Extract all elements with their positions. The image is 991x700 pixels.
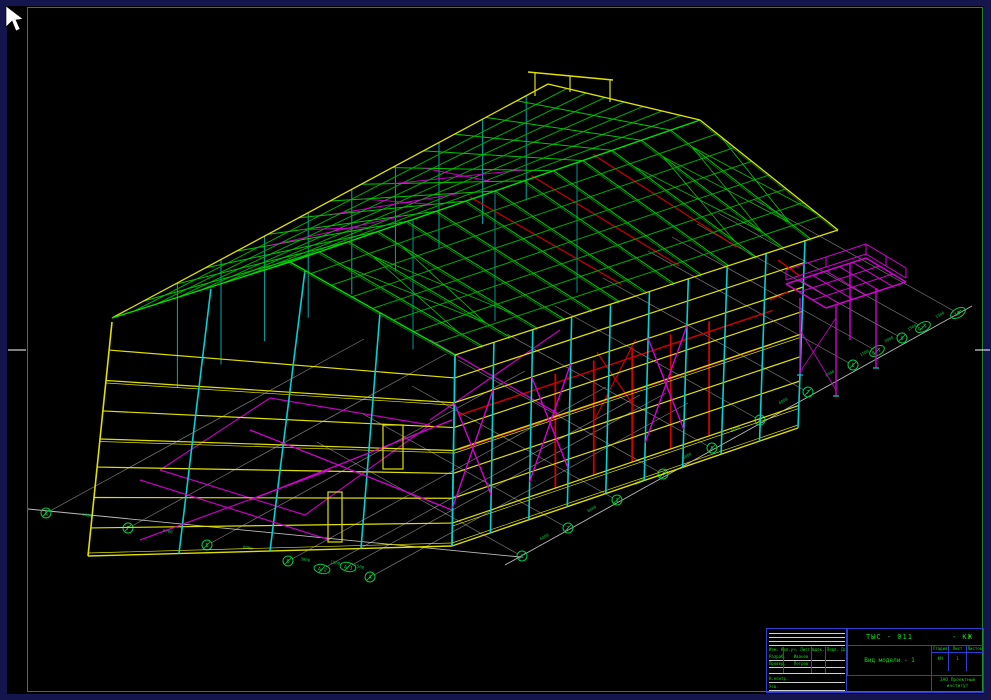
grid-bubble-9[interactable]: 9 (897, 333, 907, 343)
stage-sheet-cell: Стадия Лист Листов КМ 1 (931, 646, 983, 676)
svg-text:6000: 6000 (243, 544, 254, 551)
svg-text:3: 3 (615, 498, 618, 504)
document-code-left: ТЫС - 011 (866, 634, 913, 640)
wall-opening (328, 492, 342, 542)
drawing-canvas[interactable]: Д6000Г6000В6000Б3000А/21500А/11500А16000… (0, 0, 991, 700)
svg-text:Д: Д (44, 511, 47, 517)
grid-bubble-9/1[interactable]: 9/1 (914, 319, 932, 335)
svg-text:А: А (368, 575, 371, 581)
svg-text:В: В (205, 543, 208, 549)
stage-value: КМ (932, 653, 949, 671)
grid-bubble-А/2[interactable]: А/2 (313, 563, 330, 575)
grid-bubble-Д[interactable]: Д (41, 508, 51, 518)
grid-bubble-8[interactable]: 8 (848, 360, 858, 370)
svg-text:Б: Б (286, 559, 289, 565)
sheet-header: Лист (949, 646, 966, 652)
grid-bubble-8/1[interactable]: 8/1 (868, 343, 886, 359)
ridge-rail (528, 72, 613, 102)
svg-text:7: 7 (806, 390, 809, 396)
svg-text:6000: 6000 (586, 504, 597, 513)
left-gable-wall (88, 270, 455, 556)
svg-text:1500: 1500 (859, 348, 870, 357)
svg-text:9: 9 (900, 336, 903, 342)
svg-text:1500: 1500 (330, 559, 341, 566)
drawing-title-cell: Вид модели - 1 (847, 646, 931, 676)
ground-grid: Д6000Г6000В6000Б3000А/21500А/11500А16000… (8, 199, 990, 582)
document-code-right: - КЖ (952, 634, 973, 640)
revision-header: Изм. Кол.уч. Лист №док. Подп. Дата (769, 647, 845, 653)
stage-header: Стадия (932, 646, 949, 652)
sheets-header: Листов (967, 646, 983, 652)
grid-bubble-Б[interactable]: Б (283, 556, 293, 566)
mouse-cursor (6, 6, 23, 31)
svg-text:5: 5 (710, 446, 713, 452)
grid-bubble-А[interactable]: А (365, 572, 375, 582)
grid-bubble-3[interactable]: 3 (612, 495, 622, 505)
sheet-value: 1 (949, 653, 966, 671)
grid-bubble-1[interactable]: 1 (517, 551, 527, 561)
svg-text:3000: 3000 (883, 334, 894, 343)
svg-text:6000: 6000 (539, 532, 550, 541)
svg-text:3000: 3000 (300, 556, 311, 563)
grid-bubble-В[interactable]: В (202, 540, 212, 550)
title-block[interactable]: Изм. Кол.уч. Лист №док. Подп. Дата Разра… (766, 628, 984, 693)
svg-text:1500: 1500 (934, 310, 945, 319)
cad-viewport[interactable]: Д6000Г6000В6000Б3000А/21500А/11500А16000… (0, 0, 991, 700)
document-code-cell: ТЫС - 011 - КЖ (847, 629, 983, 646)
svg-text:8: 8 (851, 363, 854, 369)
svg-text:1: 1 (520, 554, 523, 560)
grid-bubble-10[interactable]: 10 (949, 305, 967, 321)
svg-text:2: 2 (566, 526, 569, 532)
svg-text:6000: 6000 (778, 396, 789, 405)
grid-bubble-7[interactable]: 7 (803, 387, 813, 397)
sheets-value (967, 653, 983, 671)
organization-cell: ЗАО Проектный институт (931, 676, 983, 692)
title-block-revision-table: Изм. Кол.уч. Лист №док. Подп. Дата Разра… (767, 629, 847, 692)
